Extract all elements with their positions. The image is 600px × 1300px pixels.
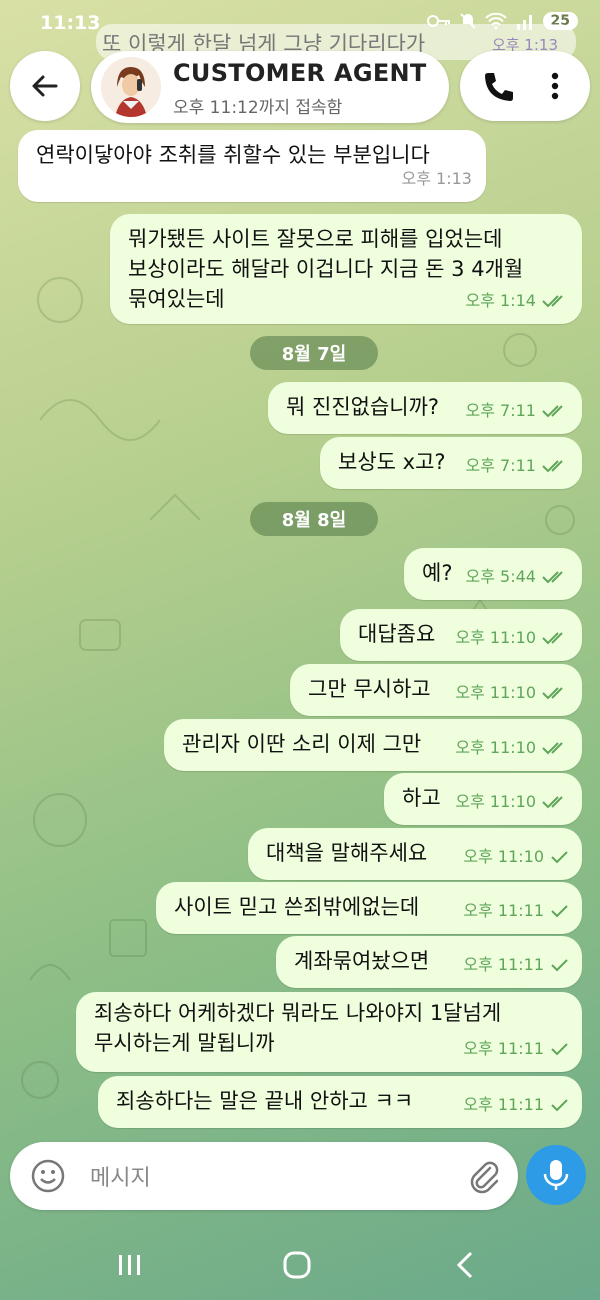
double-check-icon [542,795,568,809]
message-text: 계좌묶여놨으면 [294,949,430,973]
message-time: 오후 11:11 [463,1039,544,1058]
mic-button[interactable] [526,1145,586,1205]
message-bubble[interactable]: 죄송하다는 말은 끝내 안하고 ㅋㅋ 오후 11:11 [98,1076,582,1128]
back-button[interactable] [10,51,80,121]
message-bubble[interactable]: 연락이닿아야 조취를 취할수 있는 부분입니다 오후 1:13 [18,130,486,202]
message-bubble[interactable]: 뭐가됐든 사이트 잘못으로 피해를 입었는데 보상이라도 해달라 이겁니다 지금… [110,214,582,324]
message-bubble[interactable]: 뭐 진진없습니까? 오후 7:11 [268,382,582,434]
double-check-icon [542,631,568,645]
message-input[interactable]: 메시지 [90,1160,151,1192]
message-composer: 메시지 [10,1142,518,1210]
message-time: 오후 1:14 [465,291,536,310]
paperclip-icon[interactable] [466,1158,502,1194]
double-check-icon [542,459,568,473]
contact-name: CUSTOMER AGENT [173,59,427,87]
message-time: 오후 11:10 [455,738,536,757]
status-time: 11:13 [40,12,101,34]
date-separator: 8월 7일 [250,336,378,370]
date-separator: 8월 8일 [250,502,378,536]
more-vertical-icon[interactable] [540,69,570,103]
message-time: 오후 11:11 [463,1095,544,1114]
message-text: 뭐가됐든 사이트 잘못으로 피해를 입었는데 보상이라도 해달라 이겁니다 지금… [128,227,524,311]
double-check-icon [542,686,568,700]
date-separator-label: 8월 7일 [281,344,347,365]
double-check-icon [542,741,568,755]
last-seen-status: 오후 11:12까지 접속함 [173,98,343,118]
message-text: 관리자 이딴 소리 이제 그만 [182,732,422,756]
date-separator-label: 8월 8일 [281,510,347,531]
arrow-left-icon [32,75,58,97]
message-time: 오후 11:10 [455,683,536,702]
message-text: 보상도 x고? [338,450,446,474]
home-icon[interactable] [282,1250,312,1280]
message-bubble[interactable]: 관리자 이딴 소리 이제 그만 오후 11:10 [164,719,582,771]
message-bubble[interactable]: 하고 오후 11:10 [384,773,582,825]
message-time: 오후 5:44 [465,567,536,586]
message-time: 오후 11:10 [455,628,536,647]
navigation-bar [0,1232,600,1300]
phone-icon[interactable] [480,69,514,103]
recent-apps-icon[interactable] [116,1252,144,1278]
double-check-icon [542,570,568,584]
check-icon [550,1042,568,1056]
message-text: 연락이닿아야 조취를 취할수 있는 부분입니다 [36,143,430,167]
check-icon [550,958,568,972]
message-bubble[interactable]: 대책을 말해주세요 오후 11:10 [248,828,582,880]
chat-header[interactable]: CUSTOMER AGENT 오후 11:12까지 접속함 [91,51,449,123]
check-icon [550,1098,568,1112]
message-bubble[interactable]: 죄송하다 어케하겠다 뭐라도 나와야지 1달넘게 무시하는게 말됩니까 오후 1… [76,992,582,1072]
back-nav-icon[interactable] [454,1250,476,1280]
message-time: 오후 11:10 [455,792,536,811]
header-actions [460,51,590,121]
message-bubble[interactable]: 보상도 x고? 오후 7:11 [320,437,582,489]
check-icon [550,850,568,864]
message-text: 죄송하다는 말은 끝내 안하고 ㅋㅋ [116,1089,414,1113]
message-time: 오후 11:11 [463,901,544,920]
double-check-icon [542,404,568,418]
microphone-icon [543,1160,569,1190]
message-text: 대책을 말해주세요 [266,841,428,865]
message-bubble[interactable]: 그만 무시하고 오후 11:10 [290,664,582,716]
message-bubble[interactable]: 계좌묶여놨으면 오후 11:11 [276,936,582,988]
check-icon [550,904,568,918]
message-bubble[interactable]: 예? 오후 5:44 [404,548,582,600]
message-text: 하고 [402,786,441,810]
message-text: 죄송하다 어케하겠다 뭐라도 나와야지 1달넘게 무시하는게 말됩니까 [94,1001,502,1055]
message-time: 오후 7:11 [465,401,536,420]
message-time: 오후 11:10 [463,847,544,866]
double-check-icon [542,294,568,308]
message-text: 대답좀요 [358,622,436,646]
message-text: 예? [422,561,453,585]
message-text: 뭐 진진없습니까? [286,395,440,419]
message-text: 그만 무시하고 [308,677,431,701]
message-time: 오후 1:13 [401,169,472,188]
emoji-icon[interactable] [30,1158,66,1194]
message-bubble[interactable]: 대답좀요 오후 11:10 [340,609,582,661]
message-text: 사이트 믿고 쓴죄밖에없는데 [174,895,420,919]
message-time: 오후 7:11 [465,456,536,475]
message-time: 오후 11:11 [463,955,544,974]
message-bubble[interactable]: 사이트 믿고 쓴죄밖에없는데 오후 11:11 [156,882,582,934]
avatar [101,57,161,117]
